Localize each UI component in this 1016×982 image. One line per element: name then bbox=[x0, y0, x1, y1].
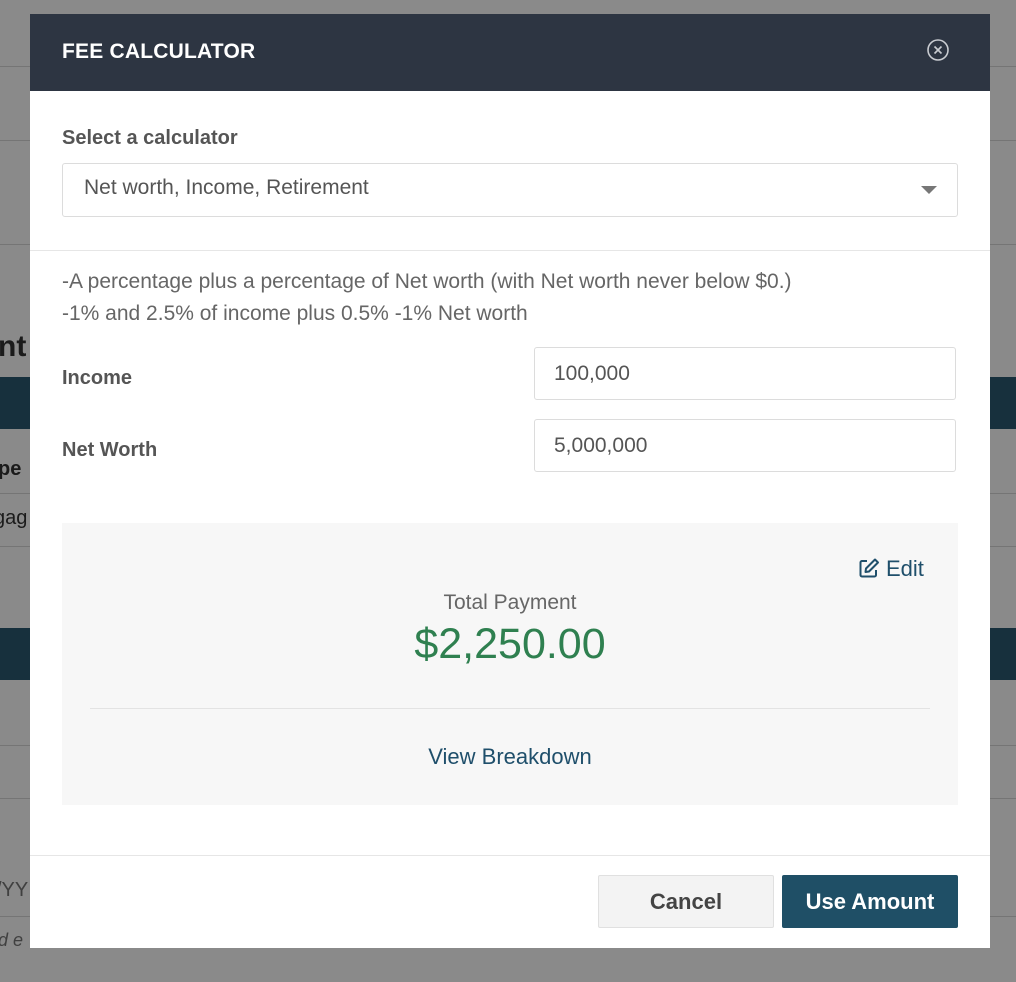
divider bbox=[30, 250, 990, 251]
income-label: Income bbox=[62, 367, 133, 389]
divider bbox=[90, 708, 930, 709]
calculator-description-line: -1% and 2.5% of income plus 0.5% -1% Net… bbox=[62, 302, 528, 325]
caret-down-icon bbox=[921, 186, 937, 194]
edit-label: Edit bbox=[886, 556, 924, 581]
edit-button[interactable]: Edit bbox=[858, 556, 924, 585]
calculator-select-value: Net worth, Income, Retirement bbox=[84, 176, 369, 199]
calculator-select-label: Select a calculator bbox=[62, 127, 238, 149]
result-panel: Edit Total Payment $2,250.00 View Breakd… bbox=[62, 523, 958, 805]
modal-title: FEE CALCULATOR bbox=[62, 40, 256, 63]
net-worth-label: Net Worth bbox=[62, 439, 158, 461]
total-payment-label: Total Payment bbox=[443, 591, 577, 614]
cancel-button[interactable]: Cancel bbox=[598, 875, 774, 928]
use-amount-button[interactable]: Use Amount bbox=[782, 875, 958, 928]
total-payment-value: $2,250.00 bbox=[414, 620, 606, 668]
calculator-description-line: -A percentage plus a percentage of Net w… bbox=[62, 270, 792, 293]
divider bbox=[30, 855, 990, 856]
income-input[interactable] bbox=[534, 347, 956, 400]
close-circle-icon[interactable] bbox=[927, 39, 949, 61]
calculator-select[interactable]: Net worth, Income, Retirement bbox=[62, 163, 958, 217]
modal-header: FEE CALCULATOR bbox=[30, 14, 990, 91]
view-breakdown-link[interactable]: View Breakdown bbox=[62, 744, 958, 770]
fee-calculator-modal: FEE CALCULATOR Select a calculator Net w… bbox=[30, 14, 990, 948]
net-worth-input[interactable] bbox=[534, 419, 956, 472]
edit-icon bbox=[858, 557, 880, 585]
